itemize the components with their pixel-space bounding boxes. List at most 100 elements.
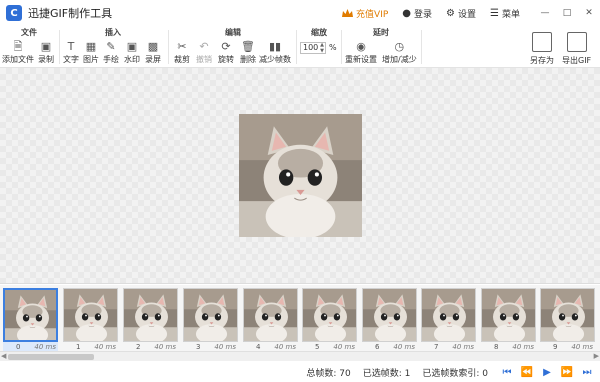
ribbon-toolbar: 文件 🗎 添加文件 ▣ 录制 插入 T 文字 ▦ 图片 ✎ 手绘 ▣ 水印 ▩: [0, 26, 600, 68]
frame-image: [540, 288, 595, 342]
frame-index: 6: [375, 343, 380, 351]
scroll-right-icon[interactable]: ▶: [594, 352, 599, 360]
frame-duration: 40 ms: [571, 343, 593, 351]
edit-group: 编辑 ✂ 裁剪 ↶ 撤销 ⟳ 旋转 🗑 删除 ▮▮ 减少帧数: [170, 26, 296, 68]
rotate-button[interactable]: ⟳ 旋转: [218, 40, 234, 65]
settings-label: 设置: [458, 9, 477, 20]
selected-frame-index: 已选帧数索引: 0: [422, 368, 488, 379]
frame-index: 3: [196, 343, 201, 351]
save-as-button[interactable]: 另存为: [530, 32, 554, 66]
reset-delay-button[interactable]: ◉ 重新设置: [345, 40, 377, 65]
frame-thumbnail[interactable]: 0 40 ms: [3, 288, 58, 351]
frame-thumbnail[interactable]: 2 40 ms: [123, 288, 178, 351]
maximize-button[interactable]: □: [556, 0, 578, 26]
frame-image: [481, 288, 536, 342]
insert-group: 插入 T 文字 ▦ 图片 ✎ 手绘 ▣ 水印 ▩ 录屏: [60, 26, 166, 68]
frame-duration: 40 ms: [34, 343, 56, 351]
reduce-frames-button[interactable]: ▮▮ 减少帧数: [259, 40, 291, 65]
frame-thumbnail[interactable]: 7 40 ms: [421, 288, 476, 351]
scrollbar-thumb[interactable]: [8, 354, 94, 360]
increase-decrease-label: 增加/减少: [382, 55, 417, 64]
divider: [168, 30, 169, 64]
add-file-button[interactable]: 🗎 添加文件: [2, 40, 34, 65]
screen-record-button[interactable]: ▩ 录屏: [145, 40, 161, 65]
watermark-button[interactable]: ▣ 水印: [124, 40, 140, 65]
rotate-icon: ⟳: [221, 40, 231, 53]
settings-button[interactable]: ⚙ 设置: [446, 7, 476, 20]
frame-thumbnail[interactable]: 4 40 ms: [243, 288, 298, 351]
minimize-button[interactable]: —: [534, 0, 556, 26]
frame-thumbnail[interactable]: 3 40 ms: [183, 288, 238, 351]
menu-button[interactable]: ☰ 菜单: [490, 7, 520, 20]
delete-label: 删除: [240, 55, 256, 64]
frame-duration: 40 ms: [154, 343, 176, 351]
frame-image: [421, 288, 476, 342]
total-frames: 总帧数: 70: [306, 368, 351, 379]
frame-index: 5: [315, 343, 320, 351]
text-button[interactable]: T 文字: [63, 40, 79, 65]
close-button[interactable]: ✕: [578, 0, 600, 26]
menu-label: 菜单: [501, 9, 520, 20]
login-button[interactable]: ● 登录: [402, 7, 432, 20]
user-icon: ●: [402, 7, 412, 19]
zoom-group-title: 缩放: [311, 28, 327, 37]
divider: [421, 30, 422, 64]
undo-icon: ↶: [199, 40, 209, 53]
previous-frame-icon[interactable]: ⏪: [520, 365, 534, 379]
cat-image: [239, 114, 362, 237]
zoom-down-icon[interactable]: ▼: [318, 48, 326, 54]
rotate-label: 旋转: [218, 55, 234, 64]
frame-duration: 40 ms: [214, 343, 236, 351]
reduce-frames-icon: ▮▮: [268, 40, 282, 53]
delay-group-title: 延时: [373, 28, 389, 37]
zoom-stepper[interactable]: ▲ ▼: [318, 42, 326, 54]
export-gif-label: 导出GIF: [562, 56, 592, 65]
play-icon[interactable]: ▶: [540, 365, 554, 379]
zoom-unit: %: [329, 43, 337, 52]
vip-button[interactable]: 充值VIP: [342, 7, 388, 20]
undo-label: 撤销: [196, 55, 212, 64]
zoom-value: 100: [303, 43, 319, 52]
last-frame-icon[interactable]: ⏭: [580, 365, 594, 379]
first-frame-icon[interactable]: ⏮: [500, 365, 514, 379]
record-button[interactable]: ▣ 录制: [38, 40, 54, 65]
filmstrip-scrollbar[interactable]: ◀ ▶: [0, 351, 600, 361]
export-gif-button[interactable]: 导出GIF: [562, 32, 591, 66]
pencil-icon: ✎: [106, 40, 116, 53]
maximize-icon: □: [562, 8, 572, 18]
frame-index: 0: [16, 343, 21, 351]
frame-image: [63, 288, 118, 342]
frame-duration: 40 ms: [512, 343, 534, 351]
video-camera-icon: ▣: [40, 40, 52, 53]
frame-thumbnail[interactable]: 5 40 ms: [302, 288, 357, 351]
scroll-left-icon[interactable]: ◀: [1, 352, 6, 360]
frame-thumbnail[interactable]: 6 40 ms: [362, 288, 417, 351]
edit-group-title: 编辑: [225, 28, 241, 37]
screen-record-label: 录屏: [145, 55, 161, 64]
frame-thumbnail[interactable]: 1 40 ms: [63, 288, 118, 351]
frame-index: 1: [76, 343, 81, 351]
vip-label: 充值VIP: [356, 9, 389, 20]
draw-button[interactable]: ✎ 手绘: [103, 40, 119, 65]
frame-image: [183, 288, 238, 342]
image-button[interactable]: ▦ 图片: [83, 40, 99, 65]
next-frame-icon[interactable]: ⏩: [560, 365, 574, 379]
undo-button[interactable]: ↶ 撤销: [196, 40, 212, 65]
title-bar: C 迅捷GIF制作工具 充值VIP ● 登录 ⚙ 设置 ☰ 菜单 — □ ✕: [0, 0, 600, 26]
frame-thumbnail[interactable]: 8 40 ms: [481, 288, 536, 351]
frame-filmstrip: 0 40 ms 1 40 ms 2 40 ms 3 40 ms 4 40 ms 5 40 m…: [0, 285, 600, 351]
app-logo-icon: C: [6, 5, 22, 21]
add-file-label: 添加文件: [2, 55, 34, 64]
status-bar: 总帧数: 70 已选帧数: 1 已选帧数索引: 0 ⏮ ⏪ ▶ ⏩ ⏭: [0, 362, 600, 382]
delete-button[interactable]: 🗑 删除: [240, 40, 256, 65]
file-group-title: 文件: [21, 28, 37, 37]
reset-icon: ◉: [356, 40, 366, 53]
frame-duration: 40 ms: [274, 343, 296, 351]
frame-image: [243, 288, 298, 342]
frame-thumbnail[interactable]: 9 40 ms: [540, 288, 595, 351]
crop-button[interactable]: ✂ 裁剪: [174, 40, 190, 65]
frame-image: [123, 288, 178, 342]
frame-duration: 40 ms: [393, 343, 415, 351]
frame-index: 2: [136, 343, 141, 351]
increase-decrease-delay-button[interactable]: ◷ 增加/减少: [382, 40, 417, 65]
